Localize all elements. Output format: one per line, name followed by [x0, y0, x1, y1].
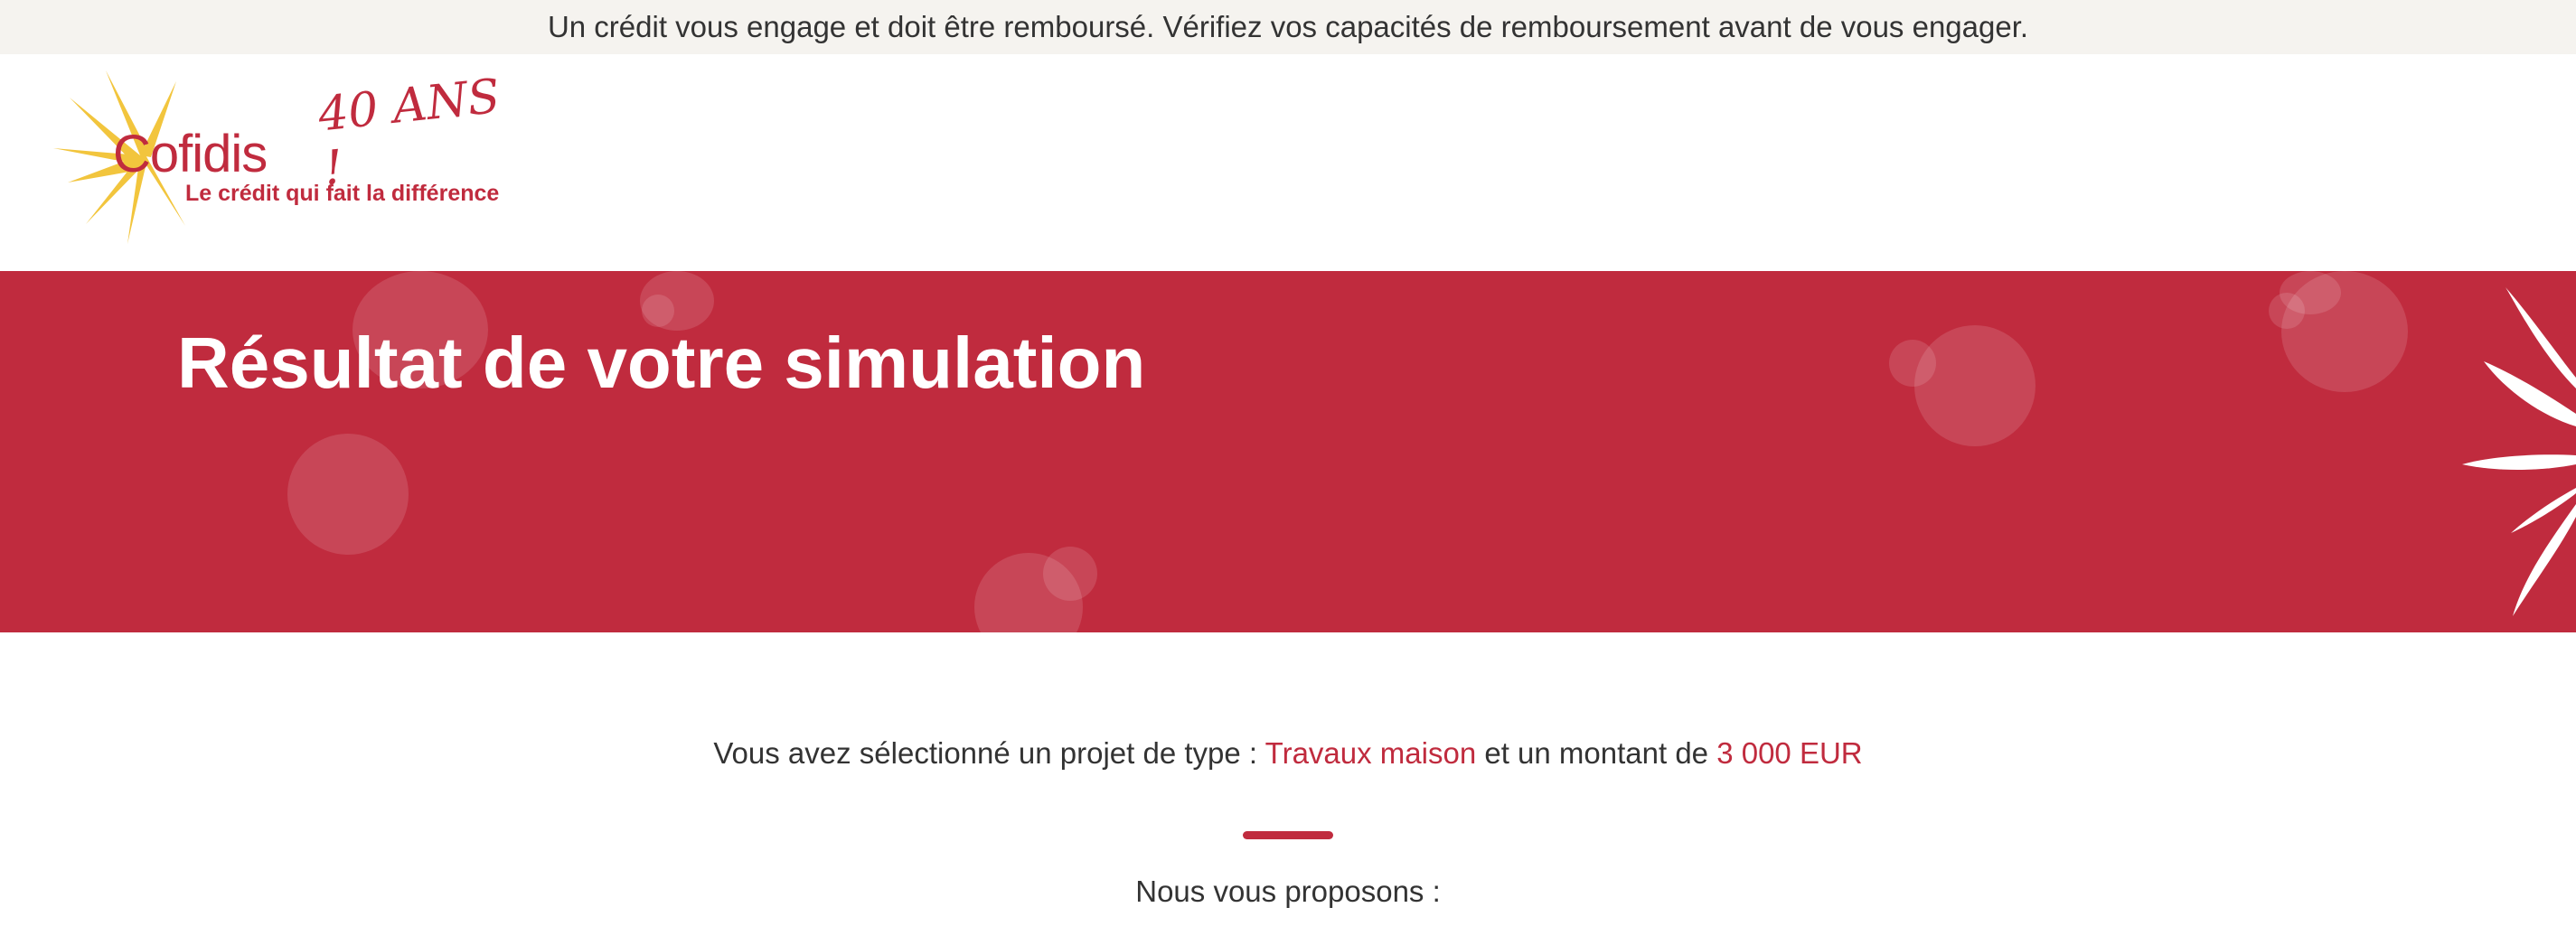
banner-decor-bubble — [1889, 340, 1936, 387]
summary-prefix: Vous avez sélectionné un projet de type … — [713, 736, 1265, 770]
project-type-value: Travaux maison — [1264, 736, 1477, 770]
banner-decor-bubble — [287, 434, 409, 555]
proposal-heading-text: Nous vous proposons : — [1135, 875, 1441, 908]
credit-warning-bar: Un crédit vous engage et doit être rembo… — [0, 0, 2576, 54]
amount-value: 3 000 EUR — [1716, 736, 1863, 770]
logo-brand-name: Cofidis — [113, 125, 268, 183]
summary-middle: et un montant de — [1476, 736, 1717, 770]
page-title: Résultat de votre simulation — [177, 323, 1146, 403]
banner-decor-bubble — [2269, 293, 2305, 329]
logo-anniversary: 40 ANS ! — [315, 69, 503, 197]
simulation-summary: Vous avez sélectionné un projet de type … — [0, 736, 2576, 771]
site-header: Cofidis 40 ANS ! Le crédit qui fait la d… — [0, 54, 2576, 271]
cofidis-logo[interactable]: Cofidis 40 ANS ! Le crédit qui fait la d… — [50, 65, 520, 282]
logo-tagline: Le crédit qui fait la différence — [185, 181, 500, 206]
result-banner: Résultat de votre simulation — [0, 271, 2576, 632]
banner-petals-icon — [2462, 287, 2576, 616]
banner-decor-bubble — [1914, 325, 2035, 446]
banner-decor-bubble — [1043, 547, 1097, 601]
credit-warning-text: Un crédit vous engage et doit être rembo… — [547, 10, 2029, 43]
section-divider — [1243, 831, 1333, 839]
proposal-heading: Nous vous proposons : — [0, 875, 2576, 909]
